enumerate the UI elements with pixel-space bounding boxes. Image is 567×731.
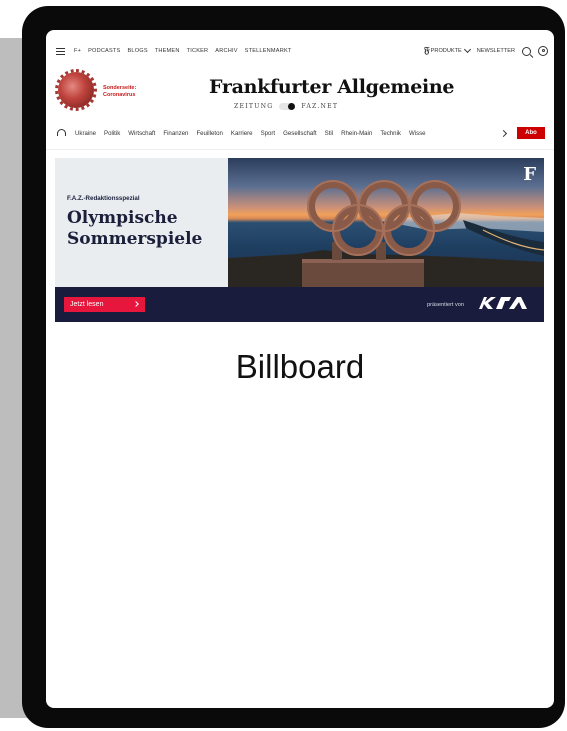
toggle-left-label: ZEITUNG	[234, 103, 274, 110]
chevron-right-icon[interactable]	[499, 129, 508, 138]
read-now-button[interactable]: Jetzt lesen	[64, 297, 145, 312]
chevron-down-icon	[463, 45, 471, 54]
category-gesellschaft[interactable]: Gesellschaft	[283, 130, 317, 137]
produkte-menu[interactable]: 𝔉 PRODUKTE	[423, 45, 471, 56]
faz-f-logo: F	[523, 164, 536, 185]
category-wissen[interactable]: Wisse	[409, 130, 426, 137]
nav-link-archiv[interactable]: ARCHIV	[215, 48, 237, 54]
home-icon[interactable]	[57, 129, 66, 136]
top-links: F+ PODCASTS BLOGS THEMEN TICKER ARCHIV S…	[74, 48, 292, 54]
presented-by-label: präsentiert von	[427, 302, 465, 308]
menu-icon[interactable]	[56, 48, 65, 55]
category-feuilleton[interactable]: Feuilleton	[196, 130, 222, 137]
read-now-label: Jetzt lesen	[70, 301, 104, 308]
category-finanzen[interactable]: Finanzen	[163, 130, 188, 137]
top-right-controls: 𝔉 PRODUKTE NEWSLETTER	[423, 45, 548, 56]
category-wirtschaft[interactable]: Wirtschaft	[128, 130, 155, 137]
chevron-right-icon	[133, 301, 139, 307]
billboard-placeholder: Billboard	[235, 348, 365, 385]
category-politik[interactable]: Politik	[104, 130, 120, 137]
category-bar: Ukraine Politik Wirtschaft Finanzen Feui…	[46, 127, 554, 143]
nav-divider	[46, 149, 554, 150]
promo-banner[interactable]: F.A.Z.-Redaktionsspezial Olympische Somm…	[55, 158, 544, 322]
search-icon[interactable]	[522, 46, 531, 56]
nav-link-themen[interactable]: THEMEN	[155, 48, 180, 54]
banner-title-line1: Olympische	[67, 208, 178, 228]
edition-toggle[interactable]: ZEITUNG FAZ.NET	[234, 103, 338, 110]
nav-link-ticker[interactable]: TICKER	[187, 48, 209, 54]
nav-link-stellenmarkt[interactable]: STELLENMARKT	[245, 48, 292, 54]
top-navigation: F+ PODCASTS BLOGS THEMEN TICKER ARCHIV S…	[46, 45, 554, 60]
category-rhein-main[interactable]: Rhein-Main	[341, 130, 372, 137]
category-stil[interactable]: Stil	[325, 130, 333, 137]
produkte-label: PRODUKTE	[430, 48, 462, 54]
toggle-right-label: FAZ.NET	[301, 103, 339, 110]
user-icon[interactable]	[538, 46, 548, 56]
banner-title-line2: Sommerspiele	[67, 229, 203, 249]
banner-text-panel: F.A.Z.-Redaktionsspezial Olympische Somm…	[55, 158, 228, 287]
coronavirus-image[interactable]	[55, 69, 97, 111]
category-karriere[interactable]: Karriere	[231, 130, 253, 137]
special-line2: Coronavirus	[103, 92, 136, 98]
category-sport[interactable]: Sport	[261, 130, 276, 137]
toggle-switch[interactable]	[279, 103, 296, 110]
olympic-rings-photo: F	[228, 158, 544, 287]
nav-link-fplus[interactable]: F+	[74, 48, 81, 54]
banner-title: Olympische Sommerspiele	[67, 208, 202, 250]
category-list: Ukraine Politik Wirtschaft Finanzen Feui…	[75, 130, 426, 137]
category-technik[interactable]: Technik	[380, 130, 401, 137]
nav-link-blogs[interactable]: BLOGS	[127, 48, 147, 54]
newsletter-link[interactable]: NEWSLETTER	[477, 48, 515, 54]
screen: F+ PODCASTS BLOGS THEMEN TICKER ARCHIV S…	[46, 30, 554, 708]
faz-f-icon: 𝔉	[423, 46, 430, 56]
banner-footer: Jetzt lesen präsentiert von	[55, 287, 544, 322]
special-line1: Sonderseite:	[103, 85, 137, 91]
category-ukraine[interactable]: Ukraine	[75, 130, 96, 137]
special-page-link[interactable]: Sonderseite: Coronavirus	[103, 85, 136, 99]
abo-button[interactable]: Abo	[517, 127, 545, 139]
banner-kicker: F.A.Z.-Redaktionsspezial	[67, 195, 140, 202]
masthead-logo[interactable]: Frankfurter Allgemeine	[209, 76, 455, 98]
kia-logo	[479, 297, 527, 309]
olympic-photo-illustration	[228, 180, 544, 287]
nav-link-podcasts[interactable]: PODCASTS	[88, 48, 120, 54]
